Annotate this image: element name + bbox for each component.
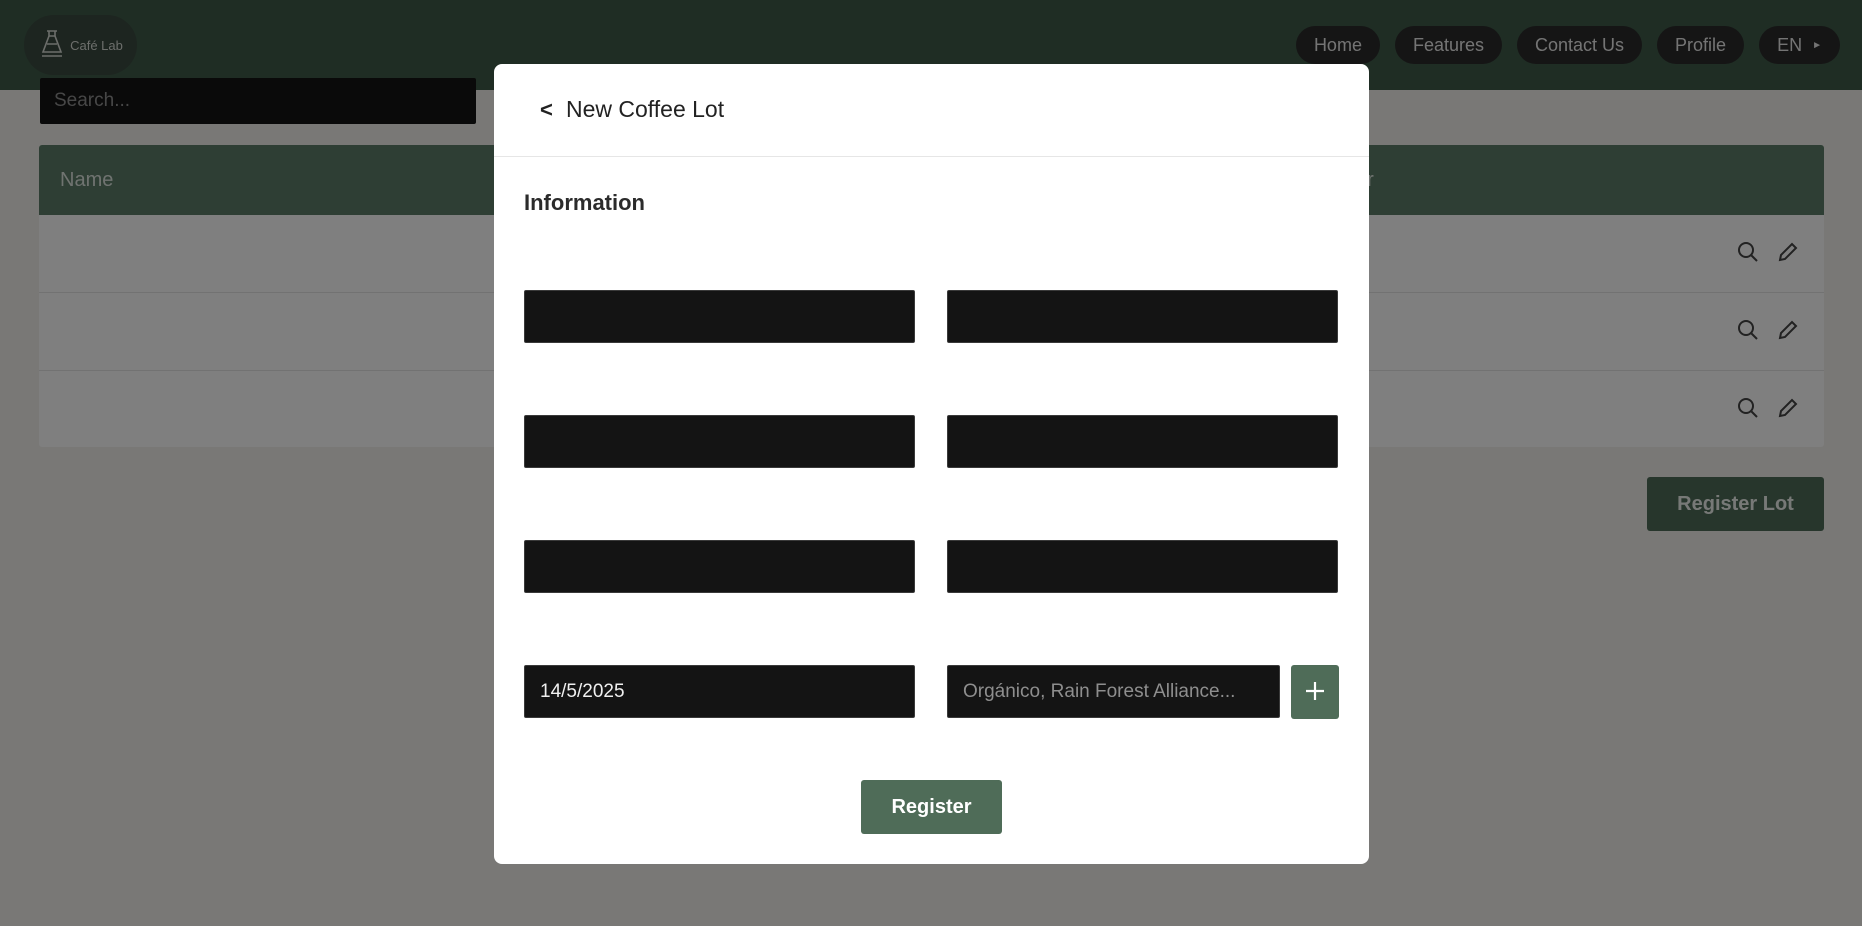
certifications-input[interactable] xyxy=(947,665,1280,718)
date-field[interactable] xyxy=(524,665,915,718)
back-button[interactable]: < xyxy=(540,97,553,123)
lot-field-2[interactable] xyxy=(947,290,1338,343)
lot-field-6[interactable] xyxy=(947,540,1338,593)
lot-field-5[interactable] xyxy=(524,540,915,593)
lot-field-3[interactable] xyxy=(524,415,915,468)
register-button[interactable]: Register xyxy=(861,780,1002,834)
section-title: Information xyxy=(524,190,645,215)
plus-icon xyxy=(1303,679,1327,706)
lot-field-1[interactable] xyxy=(524,290,915,343)
modal-title: New Coffee Lot xyxy=(566,96,725,122)
add-certification-button[interactable] xyxy=(1291,665,1339,719)
new-coffee-lot-modal: < New Coffee Lot Information Register xyxy=(494,64,1369,864)
modal-header: < New Coffee Lot xyxy=(494,64,1369,157)
page: Café Lab Home Features Contact Us Profil… xyxy=(0,0,1862,926)
lot-field-4[interactable] xyxy=(947,415,1338,468)
